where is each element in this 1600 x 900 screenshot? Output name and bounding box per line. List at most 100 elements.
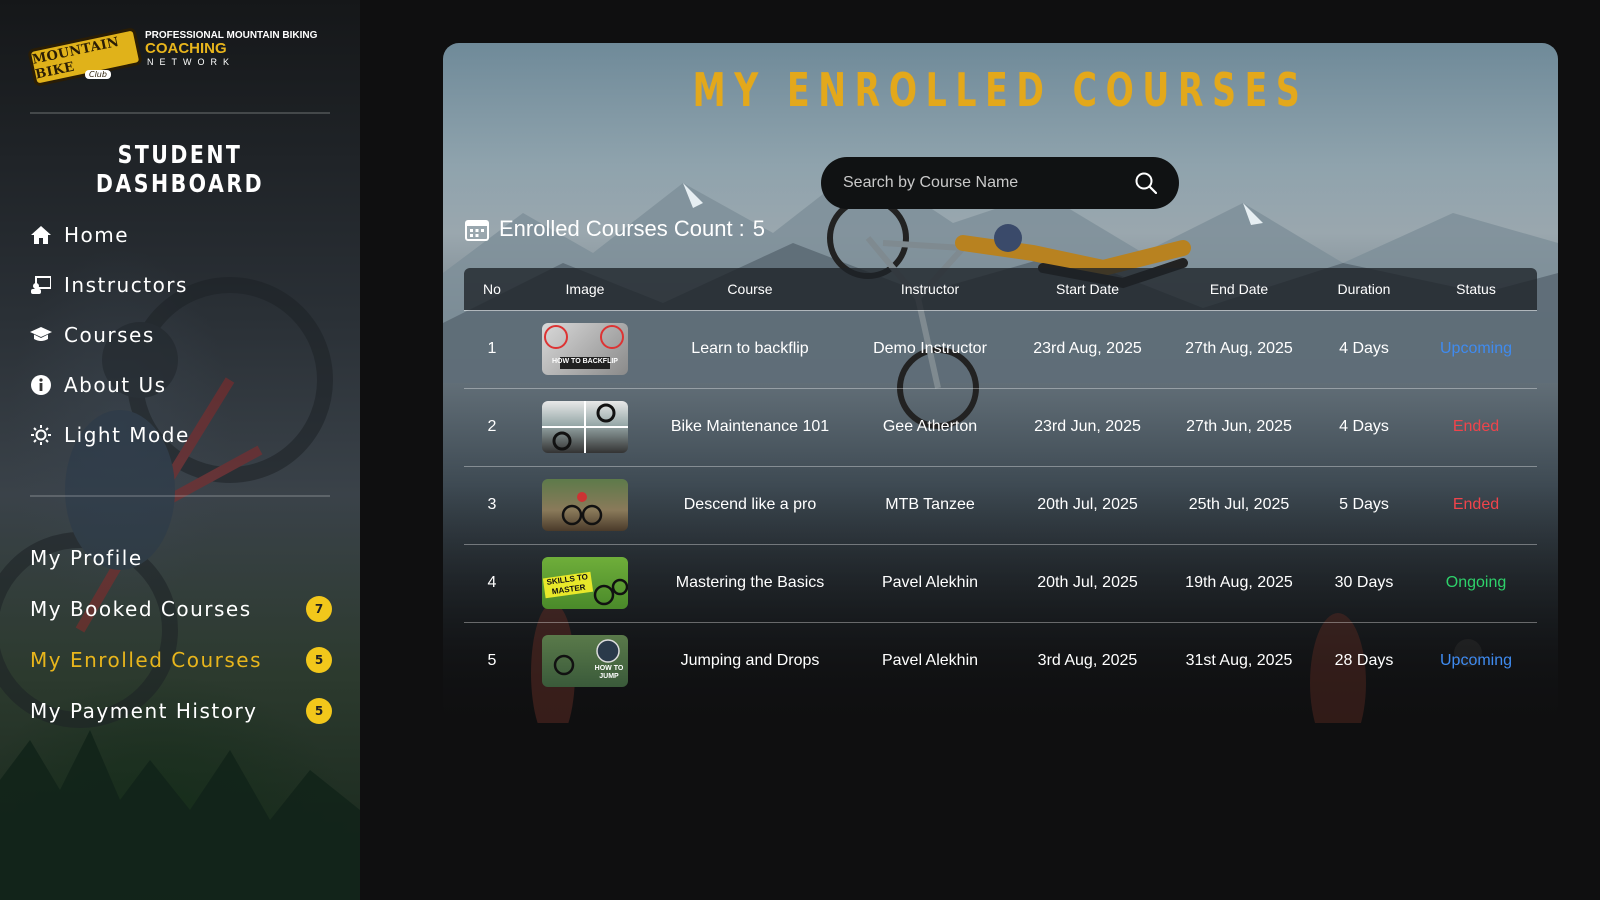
sidebar-item-label: Light Mode bbox=[64, 423, 190, 447]
sidebar-item-label: My Booked Courses bbox=[30, 596, 252, 621]
page-title: MY ENROLLED COURSES bbox=[692, 63, 1309, 117]
column-header-course[interactable]: Course bbox=[650, 268, 850, 310]
sidebar-profile-nav: My Profile My Booked Courses 7 My Enroll… bbox=[30, 532, 332, 736]
sidebar: MOUNTAIN BIKE Club PROFESSIONAL MOUNTAIN… bbox=[0, 0, 360, 900]
search-input[interactable] bbox=[843, 174, 1135, 192]
sidebar-item-light-mode[interactable]: Light Mode bbox=[30, 410, 190, 460]
sidebar-divider-bottom bbox=[30, 495, 330, 497]
brand-badge: MOUNTAIN BIKE bbox=[27, 26, 143, 88]
graduation-cap-icon bbox=[30, 324, 52, 346]
sidebar-item-instructors[interactable]: Instructors bbox=[30, 260, 190, 310]
sidebar-main-nav: Home Instructors Courses About Us Light … bbox=[30, 210, 190, 460]
sidebar-item-label: My Profile bbox=[30, 545, 143, 570]
sidebar-item-label: Courses bbox=[64, 323, 155, 347]
cell-duration: 4 Days bbox=[1339, 418, 1389, 435]
sidebar-item-courses[interactable]: Courses bbox=[30, 310, 190, 360]
count-badge: 7 bbox=[306, 595, 332, 622]
cell-instructor: Demo Instructor bbox=[873, 340, 987, 357]
table-row[interactable]: 5 HOW TO JUMP Jumping and Drops Pavel Al… bbox=[464, 622, 1537, 700]
status-label: Upcoming bbox=[1439, 652, 1513, 670]
cell-image: SKILLS TO MASTER bbox=[520, 544, 650, 622]
enrolled-courses-panel: MY ENROLLED COURSES Enrolled Courses Cou… bbox=[443, 43, 1558, 723]
cell-duration: 30 Days bbox=[1334, 574, 1394, 591]
sidebar-item-label: Instructors bbox=[64, 273, 188, 297]
thumbnail-text: HOW TO JUMP bbox=[594, 665, 624, 681]
column-header-end-date[interactable]: End Date bbox=[1165, 268, 1313, 310]
cell-image: HOW TO BACKFLIP bbox=[520, 310, 650, 388]
cell-no: 5 bbox=[487, 652, 497, 670]
cell-instructor: Pavel Alekhin bbox=[881, 574, 979, 591]
cell-image: HOW TO JUMP bbox=[520, 622, 650, 700]
table-header-row: No Image Course Instructor Start Date En… bbox=[464, 268, 1537, 310]
info-icon bbox=[30, 374, 52, 396]
sidebar-item-label: About Us bbox=[64, 373, 167, 397]
status-label: Ongoing bbox=[1445, 574, 1507, 591]
brand-logo[interactable]: MOUNTAIN BIKE Club PROFESSIONAL MOUNTAIN… bbox=[27, 26, 330, 88]
count-badge: 5 bbox=[306, 697, 332, 724]
cell-course: Bike Maintenance 101 bbox=[670, 418, 830, 435]
column-header-no[interactable]: No bbox=[464, 268, 520, 310]
cell-no: 1 bbox=[487, 340, 497, 357]
status-label: Ended bbox=[1452, 496, 1500, 513]
sidebar-item-about[interactable]: About Us bbox=[30, 360, 190, 410]
table-row[interactable]: 1 HOW TO BACKFLIP Learn to backflip Demo… bbox=[464, 310, 1537, 388]
sidebar-item-my-profile[interactable]: My Profile bbox=[30, 532, 332, 583]
column-header-start-date[interactable]: Start Date bbox=[1010, 268, 1165, 310]
cell-image bbox=[520, 466, 650, 544]
table-row[interactable]: 3 Descend like a pro MTB Tanzee 20th Jul… bbox=[464, 466, 1537, 544]
sidebar-item-my-payment-history[interactable]: My Payment History 5 bbox=[30, 685, 332, 736]
status-label: Upcoming bbox=[1439, 340, 1513, 357]
table-row[interactable]: 2 Bike Maintenance 101 Gee Atherton 23rd… bbox=[464, 388, 1537, 466]
course-thumbnail[interactable] bbox=[542, 479, 628, 531]
cell-image bbox=[520, 388, 650, 466]
sidebar-divider-top bbox=[30, 112, 330, 114]
home-icon bbox=[30, 224, 52, 246]
courses-table: No Image Course Instructor Start Date En… bbox=[464, 268, 1537, 700]
cell-end-date: 27th Jun, 2025 bbox=[1186, 418, 1292, 435]
brand-line3: NETWORK bbox=[147, 57, 235, 67]
cell-course: Learn to backflip bbox=[691, 340, 809, 357]
search-bar bbox=[821, 157, 1179, 209]
course-thumbnail[interactable] bbox=[542, 401, 628, 453]
cell-duration: 4 Days bbox=[1339, 340, 1389, 357]
course-thumbnail[interactable]: HOW TO BACKFLIP bbox=[542, 323, 628, 375]
cell-end-date: 25th Jul, 2025 bbox=[1188, 496, 1290, 513]
cell-no: 2 bbox=[487, 418, 497, 435]
sidebar-item-home[interactable]: Home bbox=[30, 210, 190, 260]
sidebar-item-my-enrolled-courses[interactable]: My Enrolled Courses 5 bbox=[30, 634, 332, 685]
cell-end-date: 19th Aug, 2025 bbox=[1185, 574, 1293, 591]
course-thumbnail[interactable]: HOW TO JUMP bbox=[542, 635, 628, 688]
cell-start-date: 20th Jul, 2025 bbox=[1037, 574, 1138, 591]
sidebar-title: STUDENT DASHBOARD bbox=[95, 140, 265, 198]
column-header-instructor[interactable]: Instructor bbox=[850, 268, 1010, 310]
sidebar-item-label: Home bbox=[64, 223, 130, 247]
thumbnail-text: HOW TO BACKFLIP bbox=[552, 358, 618, 365]
sidebar-item-my-booked-courses[interactable]: My Booked Courses 7 bbox=[30, 583, 332, 634]
enrolled-count-label: Enrolled Courses Count : bbox=[499, 216, 745, 241]
course-thumbnail[interactable]: SKILLS TO MASTER bbox=[542, 557, 628, 609]
brand-badge-sub: Club bbox=[85, 70, 111, 79]
count-badge: 5 bbox=[306, 646, 332, 673]
cell-duration: 28 Days bbox=[1334, 652, 1394, 670]
sun-icon bbox=[30, 424, 52, 446]
table-row[interactable]: 4 SKILLS TO MASTER Mastering the Basics … bbox=[464, 544, 1537, 622]
sidebar-item-label: My Enrolled Courses bbox=[30, 647, 262, 672]
column-header-image[interactable]: Image bbox=[520, 268, 650, 310]
search-icon[interactable] bbox=[1135, 172, 1158, 195]
cell-start-date: 20th Jul, 2025 bbox=[1037, 496, 1138, 513]
instructor-icon bbox=[30, 274, 52, 296]
cell-start-date: 23rd Aug, 2025 bbox=[1033, 340, 1142, 357]
cell-instructor: Pavel Alekhin bbox=[881, 652, 979, 670]
cell-no: 4 bbox=[487, 574, 497, 591]
status-label: Ended bbox=[1452, 418, 1500, 435]
cell-instructor: MTB Tanzee bbox=[885, 496, 975, 513]
cell-course: Descend like a pro bbox=[683, 496, 817, 513]
cell-instructor: Gee Atherton bbox=[882, 418, 978, 435]
cell-end-date: 31st Aug, 2025 bbox=[1185, 652, 1293, 670]
column-header-status[interactable]: Status bbox=[1415, 268, 1537, 310]
cell-no: 3 bbox=[487, 496, 497, 513]
cell-course: Mastering the Basics bbox=[675, 574, 825, 591]
column-header-duration[interactable]: Duration bbox=[1313, 268, 1415, 310]
cell-end-date: 27th Aug, 2025 bbox=[1185, 340, 1293, 357]
cell-course: Jumping and Drops bbox=[680, 652, 820, 670]
